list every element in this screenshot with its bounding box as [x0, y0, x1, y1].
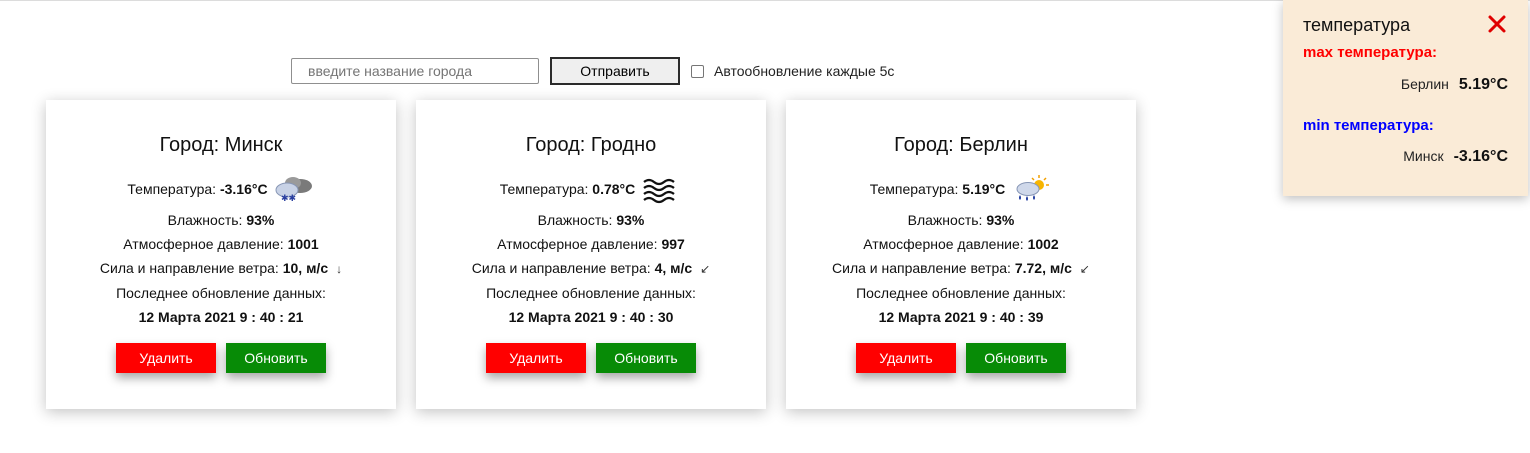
weather-card: Город: Минск Температура: -3.16°C ✱✱ Вла… — [46, 100, 396, 409]
temperature-row: Температура: -3.16°C ✱✱ — [46, 173, 396, 205]
auto-update-label: Автообновление каждые 5с — [714, 63, 895, 79]
weather-card: Город: Гродно Температура: 0.78°C Влажно… — [416, 100, 766, 409]
last-update-label: Последнее обновление данных: — [486, 285, 696, 301]
card-title: Город: Гродно — [525, 134, 657, 156]
auto-update-checkbox[interactable] — [691, 64, 704, 78]
city-search-input[interactable] — [291, 58, 539, 84]
wind-row: Сила и направление ветра: 10, м/с ↓ — [46, 256, 396, 281]
max-temperature-entry: Берлин 5.19°C — [1401, 76, 1508, 94]
temperature-panel: температура max температура: Берлин 5.19… — [1283, 0, 1528, 196]
svg-text:✱✱: ✱✱ — [281, 194, 296, 204]
wind-direction-icon: ↙ — [1079, 262, 1090, 276]
pressure-row: Атмосферное давление: 1001 — [123, 236, 319, 252]
min-temperature-label: min температура: — [1303, 117, 1434, 134]
wind-direction-icon: ↓ — [336, 262, 343, 276]
card-title: Город: Берлин — [894, 134, 1028, 156]
card-title: Город: Минск — [159, 134, 283, 156]
min-temperature-value: -3.16°C — [1453, 148, 1508, 165]
last-update-value: 12 Марта 2021 9 : 40 : 39 — [878, 309, 1044, 325]
wind-direction-icon: ↙ — [700, 262, 711, 276]
humidity-row: Влажность: 93% — [907, 212, 1015, 228]
wind-value: 4, м/с — [654, 260, 693, 276]
max-temperature-value: 5.19°C — [1458, 76, 1508, 93]
humidity-value: 93% — [246, 212, 275, 228]
pressure-row: Атмосферное давление: 997 — [497, 236, 685, 252]
wind-row: Сила и направление ветра: 7.72, м/с ↙ — [786, 256, 1136, 281]
max-temperature-city: Берлин — [1400, 76, 1449, 92]
max-temperature-label: max температура: — [1303, 44, 1438, 61]
refresh-button[interactable]: Обновить — [226, 343, 326, 373]
humidity-value: 93% — [616, 212, 645, 228]
pressure-value: 997 — [661, 236, 685, 252]
city-name: Берлин — [959, 134, 1028, 156]
toolbar: Отправить Автообновление каждые 5с — [291, 57, 894, 85]
last-update-label: Последнее обновление данных: — [116, 285, 326, 301]
auto-update-toggle[interactable]: Автообновление каждые 5с — [691, 63, 894, 79]
pressure-value: 1001 — [287, 236, 319, 252]
temperature-value: -3.16°C — [219, 181, 268, 197]
pressure-value: 1002 — [1027, 236, 1059, 252]
pressure-row: Атмосферное давление: 1002 — [863, 236, 1059, 252]
temperature-row: Температура: 0.78°C — [416, 173, 766, 205]
close-icon[interactable] — [1487, 14, 1507, 34]
humidity-row: Влажность: 93% — [537, 212, 645, 228]
temperature-value: 0.78°C — [592, 181, 636, 197]
min-temperature-city: Минск — [1403, 148, 1444, 164]
refresh-button[interactable]: Обновить — [596, 343, 696, 373]
temperature-value: 5.19°C — [962, 181, 1006, 197]
weather-card: Город: Берлин Температура: 5.19°C Влажно… — [786, 100, 1136, 409]
wind-row: Сила и направление ветра: 4, м/с ↙ — [416, 256, 766, 281]
last-update-value: 12 Марта 2021 9 : 40 : 21 — [138, 309, 304, 325]
snow-cloud-icon: ✱✱ — [273, 174, 315, 204]
refresh-button[interactable]: Обновить — [966, 343, 1066, 373]
humidity-row: Влажность: 93% — [167, 212, 275, 228]
delete-button[interactable]: Удалить — [116, 343, 216, 373]
temperature-row: Температура: 5.19°C — [786, 173, 1136, 205]
send-button[interactable]: Отправить — [550, 57, 680, 85]
delete-button[interactable]: Удалить — [486, 343, 586, 373]
min-temperature-entry: Минск -3.16°C — [1403, 148, 1508, 166]
city-name: Минск — [224, 134, 283, 156]
last-update-value: 12 Марта 2021 9 : 40 : 30 — [508, 309, 674, 325]
wind-value: 10, м/с — [282, 260, 329, 276]
wind-value: 7.72, м/с — [1014, 260, 1072, 276]
humidity-value: 93% — [986, 212, 1015, 228]
fog-icon — [640, 174, 682, 204]
city-name: Гродно — [590, 134, 657, 156]
last-update-label: Последнее обновление данных: — [856, 285, 1066, 301]
delete-button[interactable]: Удалить — [856, 343, 956, 373]
sun-rain-cloud-icon — [1010, 174, 1052, 204]
panel-title: температура — [1303, 15, 1411, 35]
